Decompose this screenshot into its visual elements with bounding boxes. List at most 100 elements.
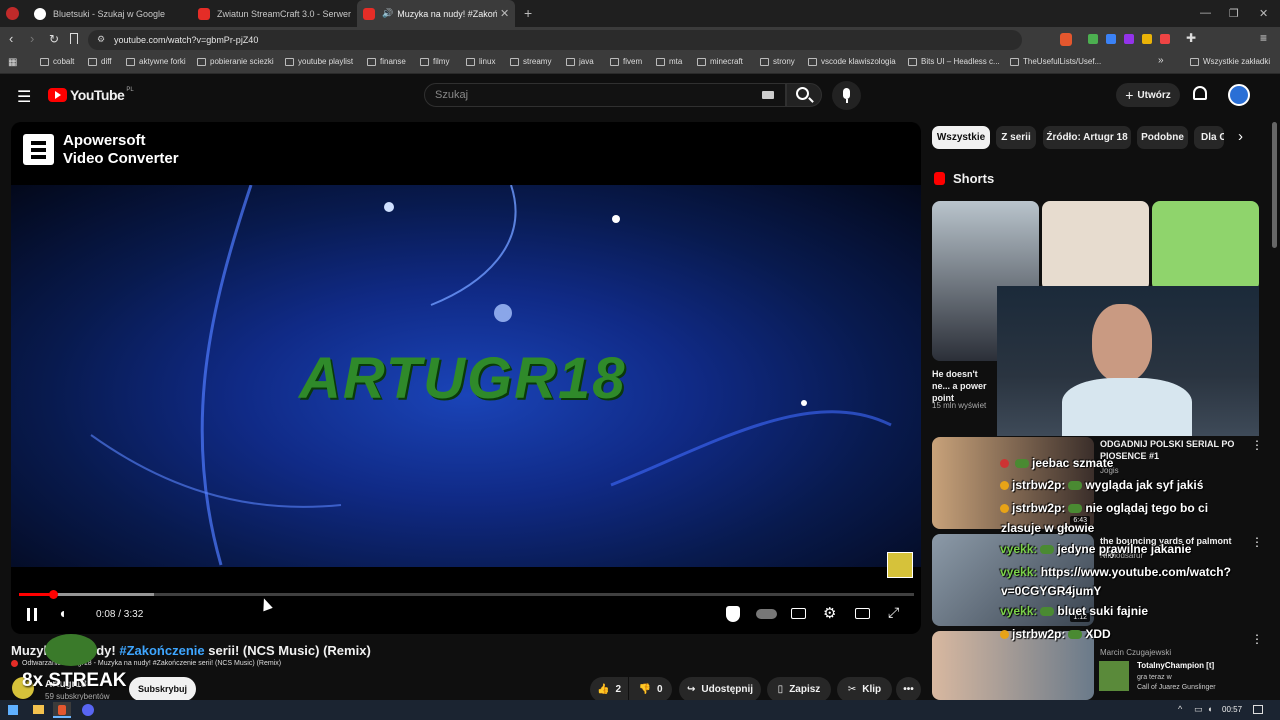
file-explorer-icon[interactable] (33, 705, 44, 714)
extension-icon[interactable] (1160, 34, 1170, 44)
settings-gear-icon[interactable]: ⚙ (823, 604, 836, 622)
save-button[interactable]: ▯ Zapisz (767, 677, 831, 702)
bookmark-folder[interactable]: linux (466, 57, 495, 66)
tab-streamcraft[interactable]: Zwiatun StreamCraft 3.0 - Serwer dla (192, 0, 352, 27)
extension-icon[interactable] (1106, 34, 1116, 44)
chip-related[interactable]: Podobne (1137, 126, 1188, 149)
brave-shield-icon[interactable] (1060, 33, 1072, 46)
progress-scrubber[interactable] (49, 590, 58, 599)
chip-source[interactable]: Źródło: Artugr 18 (1043, 126, 1131, 149)
bookmark-folder[interactable]: filmy (420, 57, 449, 66)
extension-icon[interactable] (1142, 34, 1152, 44)
volume-icon[interactable]: ◖ (58, 605, 66, 621)
bookmark-folder[interactable]: finanse (367, 57, 406, 66)
more-options-icon[interactable]: ⋮ (1251, 535, 1263, 549)
bookmark-folder[interactable]: mta (656, 57, 682, 66)
theater-mode-icon[interactable] (855, 608, 870, 619)
extension-icon[interactable] (1088, 34, 1098, 44)
more-actions-button[interactable]: ••• (896, 677, 921, 702)
more-options-icon[interactable]: ⋮ (1251, 632, 1263, 646)
scissors-icon: ✂ (847, 684, 857, 695)
minimize-window-icon[interactable]: — (1200, 7, 1211, 19)
url-bar[interactable]: ⚙ youtube.com/watch?v=gbmPr-pjZ40 (88, 30, 1022, 50)
bookmark-folder[interactable]: strony (760, 57, 795, 66)
bookmark-item[interactable]: Bits UI – Headless c... (908, 57, 1000, 66)
thumbs-up-icon: 👍 (596, 684, 610, 695)
dislike-count: 0 (656, 684, 663, 695)
progress-track[interactable] (19, 590, 914, 599)
notifications-icon[interactable] (1253, 705, 1263, 714)
tab-active-video[interactable]: 🔊 Muzyka na nudy! #Zakończe (357, 0, 515, 27)
restore-window-icon[interactable]: ❐ (1229, 7, 1239, 20)
chip-all[interactable]: Wszystkie (932, 126, 990, 149)
discord-icon[interactable] (82, 704, 94, 716)
tray-expand-icon[interactable]: ^ (1178, 704, 1182, 714)
chip-for-you[interactable]: Dla C (1194, 126, 1224, 149)
notifications-bell-icon[interactable] (1193, 86, 1207, 100)
more-bookmarks-icon[interactable]: » (1158, 55, 1164, 66)
page-scrollbar[interactable] (1272, 122, 1277, 248)
share-button[interactable]: ↪ Udostępnij (679, 677, 761, 702)
bookmark-item[interactable]: cobalt (40, 57, 74, 66)
bookmark-item[interactable]: pobieranie sciezki (197, 57, 274, 66)
back-icon[interactable]: ‹ (9, 31, 13, 46)
forward-icon[interactable]: › (30, 31, 34, 46)
recommended-thumbnail[interactable] (932, 631, 1094, 700)
reload-icon[interactable]: ↻ (49, 32, 59, 46)
guide-menu-icon[interactable]: ☰ (17, 87, 31, 107)
bookmark-item[interactable]: aktywne forki (126, 57, 186, 66)
bookmark-item[interactable]: vscode klawiszologia (808, 57, 896, 66)
sponsorblock-icon[interactable] (726, 606, 740, 622)
close-window-icon[interactable]: ✕ (1259, 7, 1268, 20)
browser-menu-icon[interactable] (6, 7, 19, 20)
chip-from-series[interactable]: Z serii (996, 126, 1036, 149)
extension-icon[interactable] (1124, 34, 1134, 44)
avatar[interactable] (1228, 84, 1250, 106)
menu-icon[interactable]: ≡ (1260, 31, 1267, 45)
subtitles-icon[interactable] (791, 608, 806, 619)
short-thumbnail[interactable] (1042, 201, 1149, 291)
search-button[interactable] (786, 83, 822, 107)
all-bookmarks[interactable]: Wszystkie zakładki (1190, 57, 1270, 66)
voice-search-button[interactable] (832, 81, 861, 110)
extensions-puzzle-icon[interactable]: ✚ (1186, 31, 1196, 45)
video-title-hashtag[interactable]: #Zakończenie (119, 643, 204, 658)
bookmark-folder[interactable]: fivem (610, 57, 642, 66)
volume-tray-icon[interactable]: ◖ (1207, 704, 1212, 714)
short-title[interactable]: He doesn't ne... a power point (932, 368, 998, 404)
bookmark-folder[interactable]: java (566, 57, 594, 66)
apps-grid-icon[interactable]: ▦ (8, 57, 17, 68)
youtube-logo[interactable]: YouTube PL (48, 87, 134, 103)
bookmark-folder[interactable]: minecraft (697, 57, 743, 66)
close-tab-icon[interactable]: ✕ (500, 7, 509, 20)
clip-button[interactable]: ✂ Klip (837, 677, 892, 702)
more-options-icon[interactable]: ⋮ (1251, 438, 1263, 452)
bookmark-icon[interactable] (70, 33, 78, 44)
create-button[interactable]: + Utwórz (1116, 83, 1180, 107)
dislike-button[interactable]: 👎 0 (629, 677, 672, 702)
recommended-title[interactable]: ODGADNIJ POLSKI SERIAL PO PIOSENCE #1 (1100, 438, 1240, 462)
bookmark-item[interactable]: diff (88, 57, 112, 66)
site-info-icon[interactable]: ⚙ (97, 34, 105, 45)
chips-next-icon[interactable]: › (1238, 128, 1243, 145)
bookmark-item[interactable]: youtube playlist (285, 57, 353, 66)
extensions-bar: ✚ ≡ (1010, 31, 1275, 47)
like-button[interactable]: 👍 2 (590, 677, 628, 702)
youtube-logo-text: YouTube (70, 87, 125, 103)
bookmark-folder[interactable]: streamy (510, 57, 551, 66)
bookmark-item[interactable]: TheUsefulLists/Usef... (1010, 57, 1101, 66)
short-thumbnail[interactable] (1152, 201, 1259, 291)
autoplay-toggle[interactable] (756, 609, 777, 619)
tab-google[interactable]: Bluetsuki - Szukaj w Google (28, 0, 188, 27)
fullscreen-icon[interactable]: ⤢ (888, 604, 899, 621)
windows-start-icon[interactable] (8, 705, 18, 715)
network-icon[interactable]: ▭ (1194, 704, 1203, 715)
keyboard-icon[interactable] (762, 91, 774, 99)
subscribe-button[interactable]: Subskrybuj (129, 677, 196, 701)
save-label: Zapisz (789, 684, 821, 695)
new-tab-button[interactable]: + (524, 5, 532, 21)
pause-icon[interactable] (27, 608, 37, 621)
video-player[interactable]: Apowersoft Video Converter ARTUGR18 ◖ 0:… (11, 122, 921, 634)
search-input[interactable]: Szukaj (424, 83, 786, 107)
channel-watermark-icon[interactable] (887, 552, 913, 578)
